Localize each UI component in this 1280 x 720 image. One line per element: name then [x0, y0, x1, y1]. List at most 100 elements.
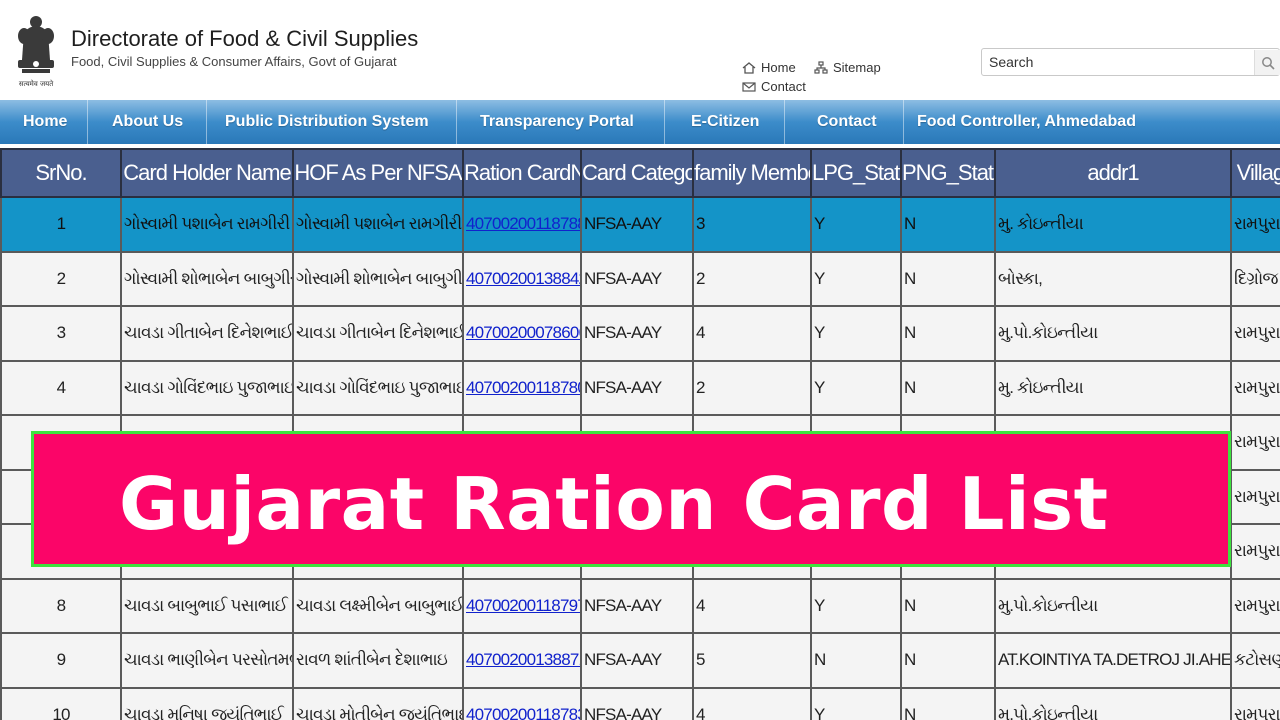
- table-cell: ચાવડા બાબુભાઈ પસાભાઈ: [120, 577, 294, 634]
- table-cell: Y: [810, 359, 902, 416]
- nav-transparency-portal[interactable]: Transparency Portal: [480, 100, 634, 144]
- nav-food-controller-ahmedabad[interactable]: Food Controller, Ahmedabad: [917, 100, 1136, 144]
- column-header[interactable]: HOF As Per NFSA: [292, 148, 464, 198]
- table-cell: NFSA-AAY: [580, 632, 694, 689]
- table-row[interactable]: 4 ચાવડા ગોવિંદભાઇ પુજાભાઇ ચાવડા ગોવિંદભાઇ …: [0, 359, 1280, 416]
- table-cell: રાવળ શાંતીબેન દેશાભાઇ: [292, 632, 464, 689]
- table-cell: ચાવડા ગીતાબેન દિનેશભાઈ: [120, 305, 294, 362]
- table-cell: N: [900, 632, 996, 689]
- table-cell: N: [900, 305, 996, 362]
- table-cell: AT.KOINTIYA TA.DETROJ JI.AHEMDABAD: [994, 632, 1232, 689]
- column-header[interactable]: Ration CardNo.: [462, 148, 582, 198]
- table-cell: 2: [692, 359, 812, 416]
- table-row[interactable]: 2 ગોસ્વામી શોભાબેન બાબુગીરી ગોસ્વામી શોભાબ…: [0, 250, 1280, 307]
- table-cell: 4: [692, 577, 812, 634]
- table-cell: રામપુરા: [1230, 305, 1280, 362]
- title-banner: Gujarat Ration Card List: [31, 431, 1231, 567]
- sitemap-link[interactable]: Sitemap: [814, 60, 881, 75]
- ration-card-link[interactable]: 407002001187975: [466, 596, 579, 615]
- table-cell: N: [900, 196, 996, 253]
- table-cell: 9: [0, 632, 122, 689]
- table-cell: Y: [810, 577, 902, 634]
- table-cell: મુ.પો.કોઇન્તીયા: [994, 686, 1232, 720]
- column-header[interactable]: LPG_Status: [810, 148, 902, 198]
- table-cell: રામપુરા: [1230, 686, 1280, 720]
- nav-home[interactable]: Home: [23, 100, 67, 144]
- table-cell: ચાવડા ગીતાબેન દિનેશભાઈ: [292, 305, 464, 362]
- nav-public-distribution-system[interactable]: Public Distribution System: [225, 100, 429, 144]
- column-header[interactable]: Card Holder Name: [120, 148, 294, 198]
- search-button[interactable]: [1254, 50, 1280, 75]
- nav-divider: [87, 100, 88, 144]
- ration-card-link[interactable]: 407002001187887: [466, 214, 579, 233]
- table-cell: Y: [810, 686, 902, 720]
- table-cell: 407002001187805: [462, 359, 582, 416]
- svg-text:सत्यमेव जयते: सत्यमेव जयते: [19, 79, 54, 88]
- search-icon: [1261, 56, 1275, 70]
- table-cell: ચાવડા ભાણીબેન પરસોતમભાઇ: [120, 632, 294, 689]
- table-cell: મુ.પો.કોઇન્તીયા: [994, 305, 1232, 362]
- table-row[interactable]: 10 ચાવડા મનિષા જયંતિભાઈ ચાવડા મોતીબેન જયંત…: [0, 686, 1280, 720]
- nav-divider: [206, 100, 207, 144]
- contact-link-label: Contact: [761, 79, 806, 94]
- table-cell: 1: [0, 196, 122, 253]
- table-cell: N: [900, 686, 996, 720]
- table-cell: 3: [0, 305, 122, 362]
- table-cell: રામપુરા: [1230, 196, 1280, 253]
- table-cell: રામપુરા: [1230, 577, 1280, 634]
- ration-card-link[interactable]: 407002001187838: [466, 705, 579, 720]
- table-cell: ગોસ્વામી શોભાબેન બાબુગીરી: [120, 250, 294, 307]
- table-cell: 407002000786063: [462, 305, 582, 362]
- table-cell: ગોસ્વામી શોભાબેન બાબુગીરી: [292, 250, 464, 307]
- banner-title: Gujarat Ration Card List: [119, 462, 1109, 546]
- nav-divider: [903, 100, 904, 144]
- table-cell: રામપુરા: [1230, 359, 1280, 416]
- site-title: Directorate of Food & Civil Supplies: [71, 26, 419, 51]
- table-row[interactable]: 3 ચાવડા ગીતાબેન દિનેશભાઈ ચાવડા ગીતાબેન દિન…: [0, 305, 1280, 362]
- column-header[interactable]: family Member: [692, 148, 812, 198]
- table-cell: 407002001187975: [462, 577, 582, 634]
- ration-card-link[interactable]: 407002001388424: [466, 269, 579, 288]
- search-input[interactable]: [982, 49, 1252, 75]
- table-cell: Y: [810, 305, 902, 362]
- column-header[interactable]: PNG_Status: [900, 148, 996, 198]
- table-cell: મુ. કોઇન્તીયા: [994, 359, 1232, 416]
- main-nav: Home About Us Public Distribution System…: [0, 100, 1280, 144]
- table-cell: 407002001187838: [462, 686, 582, 720]
- table-cell: 4: [692, 686, 812, 720]
- table-cell: Y: [810, 196, 902, 253]
- home-link[interactable]: Home: [742, 60, 796, 75]
- table-cell: ગોસ્વામી પશાબેન રામગીરી: [120, 196, 294, 253]
- table-cell: N: [810, 632, 902, 689]
- nav-divider: [664, 100, 665, 144]
- table-cell: 407002001388424: [462, 250, 582, 307]
- nav-contact[interactable]: Contact: [817, 100, 877, 144]
- table-cell: NFSA-AAY: [580, 196, 694, 253]
- ration-card-link[interactable]: 407002001388714: [466, 650, 579, 669]
- table-cell: N: [900, 577, 996, 634]
- table-cell: 4: [692, 305, 812, 362]
- column-header[interactable]: Card Category: [580, 148, 694, 198]
- mail-icon: [742, 81, 756, 92]
- nav-about-us[interactable]: About Us: [112, 100, 183, 144]
- table-row[interactable]: 1 ગોસ્વામી પશાબેન રામગીરી ગોસ્વામી પશાબેન …: [0, 196, 1280, 253]
- table-cell: રામપુરા: [1230, 468, 1280, 525]
- ration-card-link[interactable]: 407002001187805: [466, 378, 579, 397]
- column-header[interactable]: Village: [1230, 148, 1280, 198]
- table-cell: મુ.પો.કોઇન્તીયા: [994, 577, 1232, 634]
- contact-link[interactable]: Contact: [742, 79, 806, 94]
- table-cell: દિગ્રોજ: [1230, 250, 1280, 307]
- nav-divider: [456, 100, 457, 144]
- table-row[interactable]: 9ચાવડા ભાણીબેન પરસોતમભાઇરાવળ શાંતીબેન દે…: [0, 632, 1280, 689]
- table-cell: NFSA-AAY: [580, 305, 694, 362]
- table-cell: 407002001388714: [462, 632, 582, 689]
- table-cell: 4: [0, 359, 122, 416]
- ration-card-link[interactable]: 407002000786063: [466, 323, 579, 342]
- table-row[interactable]: 8 ચાવડા બાબુભાઈ પસાભાઈ ચાવડા લક્ષ્મીબેન બા…: [0, 577, 1280, 634]
- nav-e-citizen[interactable]: E-Citizen: [691, 100, 759, 144]
- table-cell: N: [900, 359, 996, 416]
- column-header[interactable]: addr1: [994, 148, 1232, 198]
- column-header[interactable]: SrNo.: [0, 148, 122, 198]
- table-cell: ચાવડા લક્ષ્મીબેન બાબુભાઈ: [292, 577, 464, 634]
- table-cell: 2: [692, 250, 812, 307]
